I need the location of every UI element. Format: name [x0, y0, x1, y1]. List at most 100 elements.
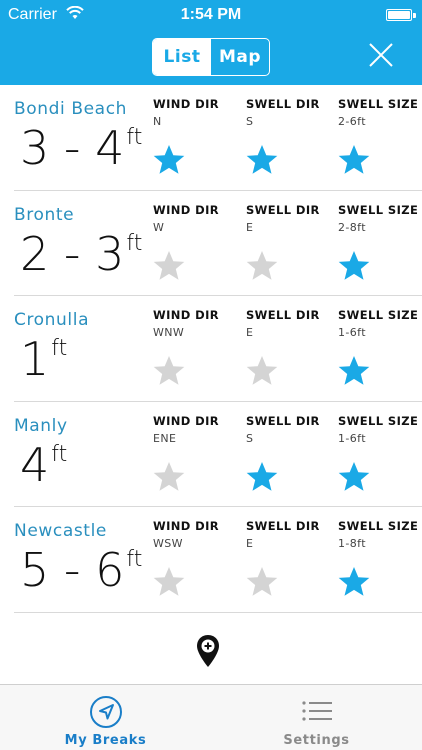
swell-dir-value: S — [246, 431, 254, 445]
swell-size-value: 2-8ft — [338, 220, 366, 234]
wind-dir-label: WIND DIR — [153, 97, 220, 111]
star-empty-icon — [246, 567, 278, 596]
swell-size-label: SWELL SIZE — [338, 202, 419, 217]
status-bar: Carrier 1:54 PM — [0, 0, 422, 30]
break-row[interactable]: Bronte 2 - 3ft WIND DIR W SWELL DIR E SWE… — [14, 191, 422, 296]
swell-dir-value: E — [246, 537, 254, 550]
break-row[interactable]: Bondi Beach 3 - 4ft WIND DIR N SWELL DIR … — [14, 85, 422, 191]
break-row[interactable]: Newcastle 5 - 6ft WIND DIR WSW SWELL DIR … — [14, 507, 422, 613]
location-arrow-icon — [90, 696, 122, 728]
tab-bar: My Breaks Settings — [0, 684, 422, 750]
star-filled-icon — [153, 145, 185, 174]
star-filled-icon — [338, 567, 370, 596]
wave-size: 4ft — [20, 442, 67, 488]
segment-list[interactable]: List — [153, 39, 211, 75]
wind-dir-label: WIND DIR — [153, 202, 220, 217]
break-name: Manly — [14, 415, 68, 436]
wind-dir-column: WIND DIR W — [153, 202, 241, 280]
swell-dir-label: SWELL DIR — [246, 519, 320, 533]
swell-dir-label: SWELL DIR — [246, 202, 320, 217]
star-empty-icon — [153, 250, 185, 280]
wave-size: 3 - 4ft — [20, 125, 142, 171]
wind-dir-column: WIND DIR N — [153, 97, 241, 174]
wave-size-unit: ft — [126, 547, 143, 572]
wind-dir-label: WIND DIR — [153, 308, 220, 322]
swell-size-label: SWELL SIZE — [338, 413, 419, 428]
star-filled-icon — [338, 356, 370, 385]
swell-size-column: SWELL SIZE 2-8ft — [338, 202, 422, 280]
swell-size-label: SWELL SIZE — [338, 97, 419, 111]
break-row[interactable]: Cronulla 1ft WIND DIR WNW SWELL DIR E SWE… — [14, 296, 422, 402]
tab-my-breaks[interactable]: My Breaks — [0, 685, 211, 750]
map-pin-icon[interactable] — [196, 634, 220, 668]
break-name: Newcastle — [14, 521, 107, 541]
swell-dir-label: SWELL DIR — [246, 413, 320, 428]
wave-size-value: 2 - 3 — [20, 226, 125, 281]
star-empty-icon — [153, 356, 185, 385]
swell-size-column: SWELL SIZE 1-6ft — [338, 308, 422, 385]
wave-size-unit: ft — [51, 336, 68, 361]
clock: 1:54 PM — [180, 6, 242, 23]
wave-size-unit: ft — [51, 441, 68, 467]
battery-icon — [386, 9, 416, 21]
wave-size-value: 3 - 4 — [20, 121, 125, 175]
star-empty-icon — [246, 356, 278, 385]
swell-size-column: SWELL SIZE 1-6ft — [338, 413, 422, 491]
star-empty-icon — [153, 567, 185, 596]
wave-size-unit: ft — [126, 125, 143, 150]
break-name: Cronulla — [14, 310, 90, 330]
wave-size-value: 5 - 6 — [20, 543, 125, 597]
break-name: Bondi Beach — [14, 99, 128, 119]
header-bar: Carrier 1:54 PM List Map — [0, 0, 422, 85]
breaks-list: Bondi Beach 3 - 4ft WIND DIR N SWELL DIR … — [0, 85, 422, 613]
swell-dir-column: SWELL DIR E — [246, 202, 334, 280]
swell-size-column: SWELL SIZE 1-8ft — [338, 519, 422, 596]
swell-dir-column: SWELL DIR E — [246, 308, 334, 385]
swell-dir-label: SWELL DIR — [246, 97, 320, 111]
wind-dir-value: WSW — [153, 537, 183, 550]
star-empty-icon — [153, 461, 185, 491]
wind-dir-label: WIND DIR — [153, 519, 220, 533]
star-filled-icon — [246, 461, 278, 491]
wind-dir-column: WIND DIR WSW — [153, 519, 241, 596]
close-icon[interactable] — [368, 42, 394, 68]
star-empty-icon — [246, 250, 278, 280]
view-segmented-control[interactable]: List Map — [152, 38, 270, 76]
wind-dir-value: WNW — [153, 326, 185, 339]
swell-size-value: 1-8ft — [338, 537, 366, 550]
wind-dir-column: WIND DIR WNW — [153, 308, 241, 385]
break-row[interactable]: Manly 4ft WIND DIR ENE SWELL DIR S SWELL … — [14, 402, 422, 507]
wave-size-value: 4 — [20, 437, 50, 492]
swell-dir-label: SWELL DIR — [246, 308, 320, 322]
swell-dir-column: SWELL DIR S — [246, 97, 334, 174]
wave-size-unit: ft — [126, 230, 143, 256]
wind-dir-value: W — [153, 220, 165, 234]
wave-size: 5 - 6ft — [20, 547, 142, 593]
star-filled-icon — [338, 461, 370, 491]
swell-size-label: SWELL SIZE — [338, 519, 419, 533]
wind-dir-value: ENE — [153, 431, 177, 445]
swell-size-column: SWELL SIZE 2-6ft — [338, 97, 422, 174]
tab-my-breaks-label: My Breaks — [64, 733, 147, 748]
swell-dir-column: SWELL DIR E — [246, 519, 334, 596]
star-filled-icon — [338, 250, 370, 280]
wind-dir-value: N — [153, 115, 162, 128]
wave-size-value: 1 — [20, 332, 50, 386]
star-filled-icon — [338, 145, 370, 174]
swell-dir-value: E — [246, 326, 254, 339]
wind-dir-label: WIND DIR — [153, 413, 220, 428]
tab-settings[interactable]: Settings — [211, 685, 422, 750]
swell-size-value: 2-6ft — [338, 115, 366, 128]
star-filled-icon — [246, 145, 278, 174]
swell-size-value: 1-6ft — [338, 431, 366, 445]
swell-size-value: 1-6ft — [338, 326, 366, 339]
wave-size: 1ft — [20, 336, 67, 382]
list-icon — [302, 701, 332, 721]
tab-settings-label: Settings — [283, 733, 350, 748]
swell-dir-value: S — [246, 115, 254, 128]
wave-size: 2 - 3ft — [20, 231, 142, 277]
segment-map[interactable]: Map — [211, 39, 269, 75]
swell-dir-value: E — [246, 220, 254, 234]
swell-size-label: SWELL SIZE — [338, 308, 419, 322]
break-name: Bronte — [14, 204, 75, 225]
